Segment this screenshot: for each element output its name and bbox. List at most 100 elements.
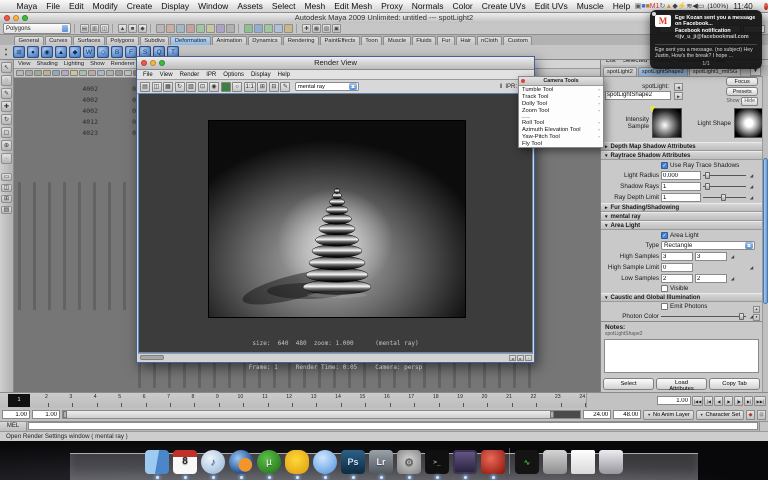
- lasso-tool-icon[interactable]: ◌: [1, 75, 12, 86]
- current-time-field[interactable]: [656, 396, 691, 405]
- option-box-icon[interactable]: ▫: [598, 127, 600, 132]
- range-end-handle[interactable]: [550, 411, 555, 418]
- menubar-item[interactable]: Color: [448, 1, 477, 11]
- map-button-icon[interactable]: [748, 172, 755, 179]
- node-history-icon[interactable]: ◄: [674, 82, 683, 91]
- new-scene-icon[interactable]: ▤: [80, 24, 89, 33]
- layout-two-pane-icon[interactable]: ◫: [1, 184, 12, 192]
- time-tick[interactable]: 5: [98, 393, 123, 408]
- open-image-icon[interactable]: ▤: [140, 81, 150, 92]
- render-view-menu-item[interactable]: Display: [251, 72, 271, 78]
- gmail-unread-menu-icon[interactable]: M1: [650, 3, 660, 10]
- archive-dock-icon[interactable]: [543, 450, 567, 474]
- menu-set-dropdown[interactable]: Polygons: [3, 23, 71, 34]
- attribute-editor-button[interactable]: Load Attributes: [656, 378, 707, 392]
- rgb-channels-icon[interactable]: [220, 81, 231, 92]
- selection-mask-icon[interactable]: [176, 24, 185, 33]
- firefox-dock-icon[interactable]: [229, 450, 253, 479]
- viewport-toolbar-icon[interactable]: [97, 70, 105, 76]
- intensity-sample-swatch[interactable]: [650, 105, 682, 138]
- pause-ipr-icon[interactable]: ‖: [500, 84, 502, 90]
- shelf-tab[interactable]: Toon: [360, 36, 383, 45]
- time-slider-track[interactable]: 123456789101112131415161718192021222324 …: [0, 393, 587, 408]
- time-tick[interactable]: 16: [366, 393, 392, 408]
- playback-button[interactable]: |▶: [734, 395, 744, 406]
- option-box-icon[interactable]: ▫: [598, 120, 600, 125]
- section-mental-ray[interactable]: mental ray: [601, 212, 762, 221]
- ipr-render-icon[interactable]: ▨: [322, 24, 331, 33]
- animation-end-field[interactable]: [613, 410, 642, 419]
- viewport-toolbar-icon[interactable]: [106, 70, 114, 76]
- ical-dock-icon[interactable]: 8: [173, 450, 197, 479]
- select-hierarchy-icon[interactable]: ▲: [118, 24, 127, 33]
- render-view-menu-item[interactable]: IPR: [206, 72, 216, 78]
- selection-mask-icon[interactable]: [186, 24, 195, 33]
- auto-keyframe-toggle-icon[interactable]: ◆: [746, 409, 755, 420]
- menubar-item[interactable]: Mesh: [300, 1, 330, 11]
- ray-depth-limit-field[interactable]: [661, 193, 701, 202]
- menubar-item[interactable]: Edit: [65, 1, 89, 11]
- menubar-item[interactable]: Display: [157, 1, 194, 11]
- viewport-toolbar-icon[interactable]: [61, 70, 69, 76]
- photon-color-slider[interactable]: [661, 313, 746, 320]
- attribute-editor-button[interactable]: Copy Tab: [709, 378, 760, 390]
- zoom-window-button[interactable]: [22, 15, 28, 21]
- close-notification-icon[interactable]: [652, 12, 656, 16]
- command-language-toggle[interactable]: MEL: [0, 422, 27, 431]
- map-button-icon[interactable]: [748, 264, 755, 271]
- low-samples-u-field[interactable]: [661, 274, 693, 283]
- render-settings-icon[interactable]: ▣: [332, 24, 341, 33]
- notes-textarea[interactable]: [604, 339, 759, 373]
- viewport-toolbar-icon[interactable]: [25, 70, 33, 76]
- universal-manipulator-icon[interactable]: ⊕: [1, 140, 12, 151]
- media-player-dock-icon[interactable]: [453, 450, 477, 479]
- light-radius-slider[interactable]: [703, 172, 746, 179]
- renderer-dropdown[interactable]: mental ray: [294, 82, 359, 91]
- map-button-icon[interactable]: [748, 183, 755, 190]
- viewport-toolbar-icon[interactable]: [43, 70, 51, 76]
- battery-menu-icon[interactable]: ▭: [698, 3, 705, 10]
- playback-button[interactable]: ▶▶|: [754, 395, 766, 406]
- time-tick[interactable]: 21: [488, 393, 514, 408]
- edit-render-settings-icon[interactable]: ✎: [280, 81, 291, 92]
- time-tick[interactable]: 4: [73, 393, 99, 408]
- scrollbar-thumb[interactable]: [140, 355, 164, 360]
- option-box-icon[interactable]: ▫: [598, 134, 600, 139]
- playback-button[interactable]: |◀◀: [691, 395, 704, 406]
- bend-icon[interactable]: B: [111, 46, 123, 58]
- viewport-toolbar-icon[interactable]: [34, 70, 42, 76]
- section-depth-map-shadows[interactable]: Depth Map Shadow Attributes: [601, 142, 762, 151]
- selection-mask-icon[interactable]: [196, 24, 205, 33]
- map-button-icon[interactable]: [748, 194, 755, 201]
- node-name-field[interactable]: [605, 90, 671, 100]
- time-tick[interactable]: 7: [147, 393, 172, 408]
- wire-tool-icon[interactable]: W: [83, 46, 95, 58]
- time-tick[interactable]: 13: [293, 393, 318, 408]
- camera-tools-menu-item[interactable]: Yaw-Pitch Tool ▫: [519, 133, 603, 140]
- layout-outliner-icon[interactable]: ▤: [1, 206, 12, 214]
- snap-to-curve-icon[interactable]: [254, 24, 263, 33]
- red-app-dock-icon[interactable]: [481, 450, 505, 479]
- option-box-icon[interactable]: ▫: [598, 108, 600, 113]
- viewport-toolbar-icon[interactable]: [124, 70, 132, 76]
- camera-tools-menu-item[interactable]: Fly Tool: [519, 140, 603, 147]
- sculpt-deformer-icon[interactable]: ▲: [55, 46, 67, 58]
- resize-grip-icon[interactable]: ⋮: [525, 354, 532, 361]
- scroll-left-icon[interactable]: ◂: [509, 354, 516, 361]
- section-raytrace-shadows[interactable]: Raytrace Shadow Attributes: [601, 151, 762, 160]
- snapshot-icon[interactable]: ◉: [209, 81, 219, 92]
- attribute-editor-scrollbar[interactable]: [762, 76, 768, 392]
- map-button-icon[interactable]: [729, 275, 736, 282]
- activity-monitor-dock-icon[interactable]: ∿: [515, 450, 539, 474]
- range-slider-bar[interactable]: [62, 410, 582, 419]
- ipr-render-icon[interactable]: ▧: [186, 81, 196, 92]
- time-tick[interactable]: 19: [440, 393, 465, 408]
- menubar-item[interactable]: Proxy: [377, 1, 408, 11]
- snap-to-grid-icon[interactable]: [244, 24, 253, 33]
- shelf-tab[interactable]: General: [14, 36, 44, 45]
- viewport-toolbar-icon[interactable]: [115, 70, 123, 76]
- selection-mask-icon[interactable]: [206, 24, 215, 33]
- area-light-checkbox[interactable]: [661, 231, 668, 239]
- shelf-tab[interactable]: Polygons: [105, 36, 139, 45]
- shelf-tab[interactable]: Deformation: [170, 36, 211, 45]
